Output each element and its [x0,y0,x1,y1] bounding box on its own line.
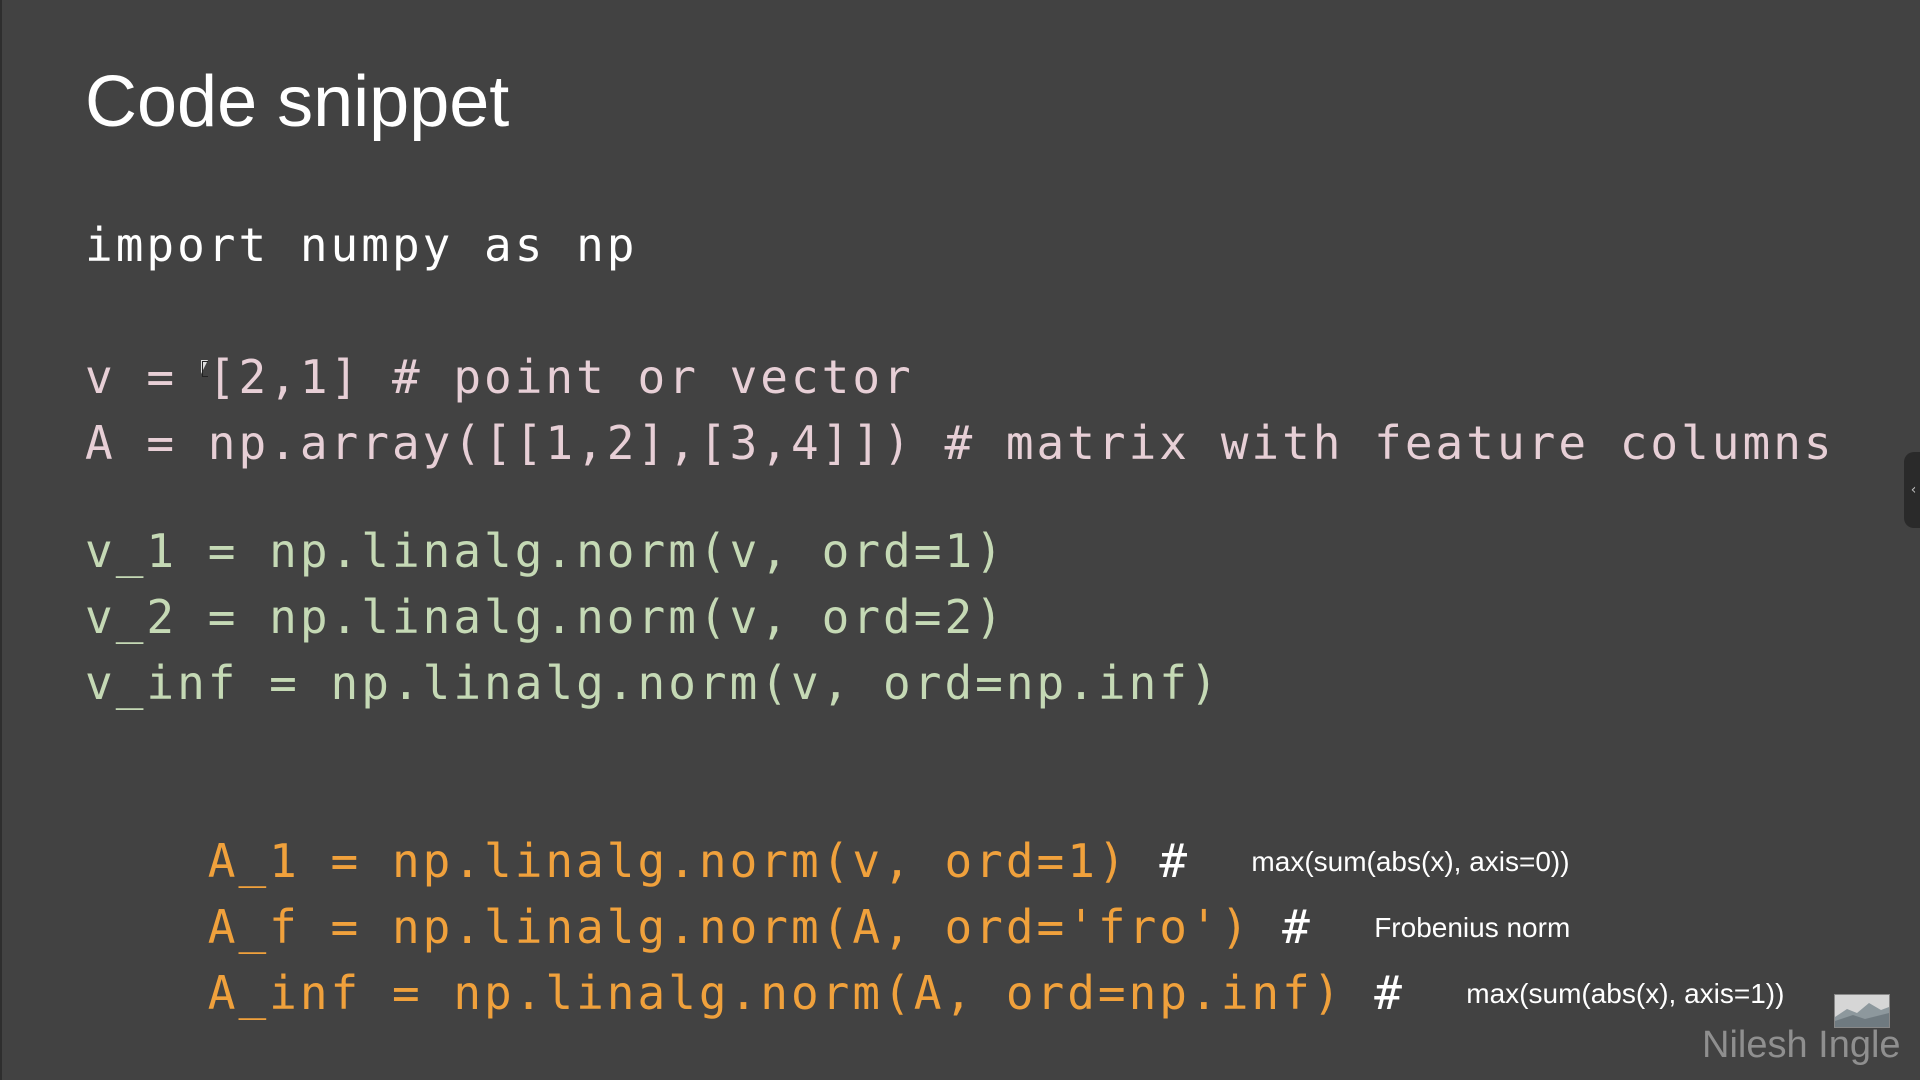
side-panel-toggle[interactable]: ‹ [1904,452,1920,528]
code-line-v2-norm: v_2 = np.linalg.norm(v, ord=2) [85,590,1006,644]
slide-title: Code snippet [85,62,510,142]
code-line-Ainf-norm: A_inf = np.linalg.norm(A, ord=np.inf) # … [85,924,1785,1062]
Ainf-code: A_inf = np.linalg.norm(A, ord=np.inf) [207,966,1344,1020]
mouse-cursor-icon [201,360,208,377]
chevron-left-icon: ‹ [1910,482,1917,498]
author-watermark: Nilesh Ingle [1702,1024,1901,1066]
presenter-thumbnail [1834,994,1890,1028]
code-line-v-definition: v = [2,1] # point or vector [85,350,914,404]
code-line-vinf-norm: v_inf = np.linalg.norm(v, ord=np.inf) [85,656,1221,710]
slide: Code snippet import numpy as np v = [2,1… [0,0,1920,1080]
code-line-import: import numpy as np [85,218,638,272]
code-line-A-definition: A = np.array([[1,2],[3,4]]) # matrix wit… [85,416,1835,470]
code-line-v1-norm: v_1 = np.linalg.norm(v, ord=1) [85,524,1006,578]
landscape-thumbnail-icon [1835,995,1889,1027]
Ainf-comment-note: max(sum(abs(x), axis=1)) [1466,978,1785,1009]
Ainf-comment-hash: # [1374,966,1405,1020]
left-edge-divider [0,0,2,1080]
